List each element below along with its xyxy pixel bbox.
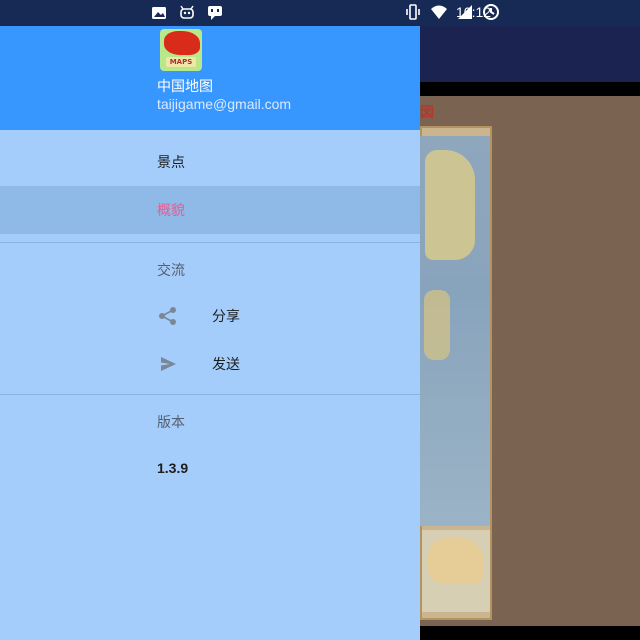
send-icon [161, 357, 176, 371]
drawer-item-overview[interactable]: 概貌 [0, 186, 420, 234]
drawer-divider [0, 394, 420, 395]
china-map-icon [164, 31, 200, 55]
wifi-icon [431, 5, 447, 19]
vibrate-icon [406, 4, 420, 20]
map-island [424, 290, 450, 360]
status-left-icons [150, 4, 224, 22]
navigation-drawer: MAPS 中国地图 taijigame@gmail.com 景点 概貌 交流 分… [0, 26, 420, 640]
section-title-version: 版本 [157, 415, 185, 431]
android-robot-icon [180, 5, 194, 19]
drawer-item-label: 分享 [212, 309, 240, 325]
app-name: 中国地图 [157, 79, 213, 95]
map-land [425, 150, 475, 260]
app-logo-badge: MAPS [166, 57, 196, 67]
map-title-fragment: 図 [420, 105, 434, 121]
drawer-header: MAPS 中国地图 taijigame@gmail.com [0, 26, 420, 130]
image-icon [152, 7, 166, 19]
background-app-toolbar [420, 26, 640, 82]
version-number: 1.3.9 [157, 460, 189, 476]
drawer-item-label: 发送 [212, 357, 240, 373]
drawer-item-share[interactable]: 分享 [0, 292, 420, 340]
status-bar: 10:12 [0, 0, 640, 26]
background-app-bottom [420, 626, 640, 640]
chat-icon [208, 6, 222, 20]
status-time: 10:12 [456, 4, 492, 20]
drawer-item-send[interactable]: 发送 [0, 340, 420, 388]
drawer-divider [0, 242, 420, 243]
drawer-item-attractions[interactable]: 景点 [0, 138, 420, 186]
background-app-divider [420, 82, 640, 96]
section-title-communication: 交流 [157, 263, 185, 279]
app-logo: MAPS [160, 29, 202, 71]
drawer-item-label: 景点 [157, 155, 185, 171]
share-icon [159, 307, 176, 325]
drawer-item-label: 概貌 [157, 203, 185, 219]
app-email: taijigame@gmail.com [157, 96, 292, 112]
map-inset-land [428, 538, 484, 584]
